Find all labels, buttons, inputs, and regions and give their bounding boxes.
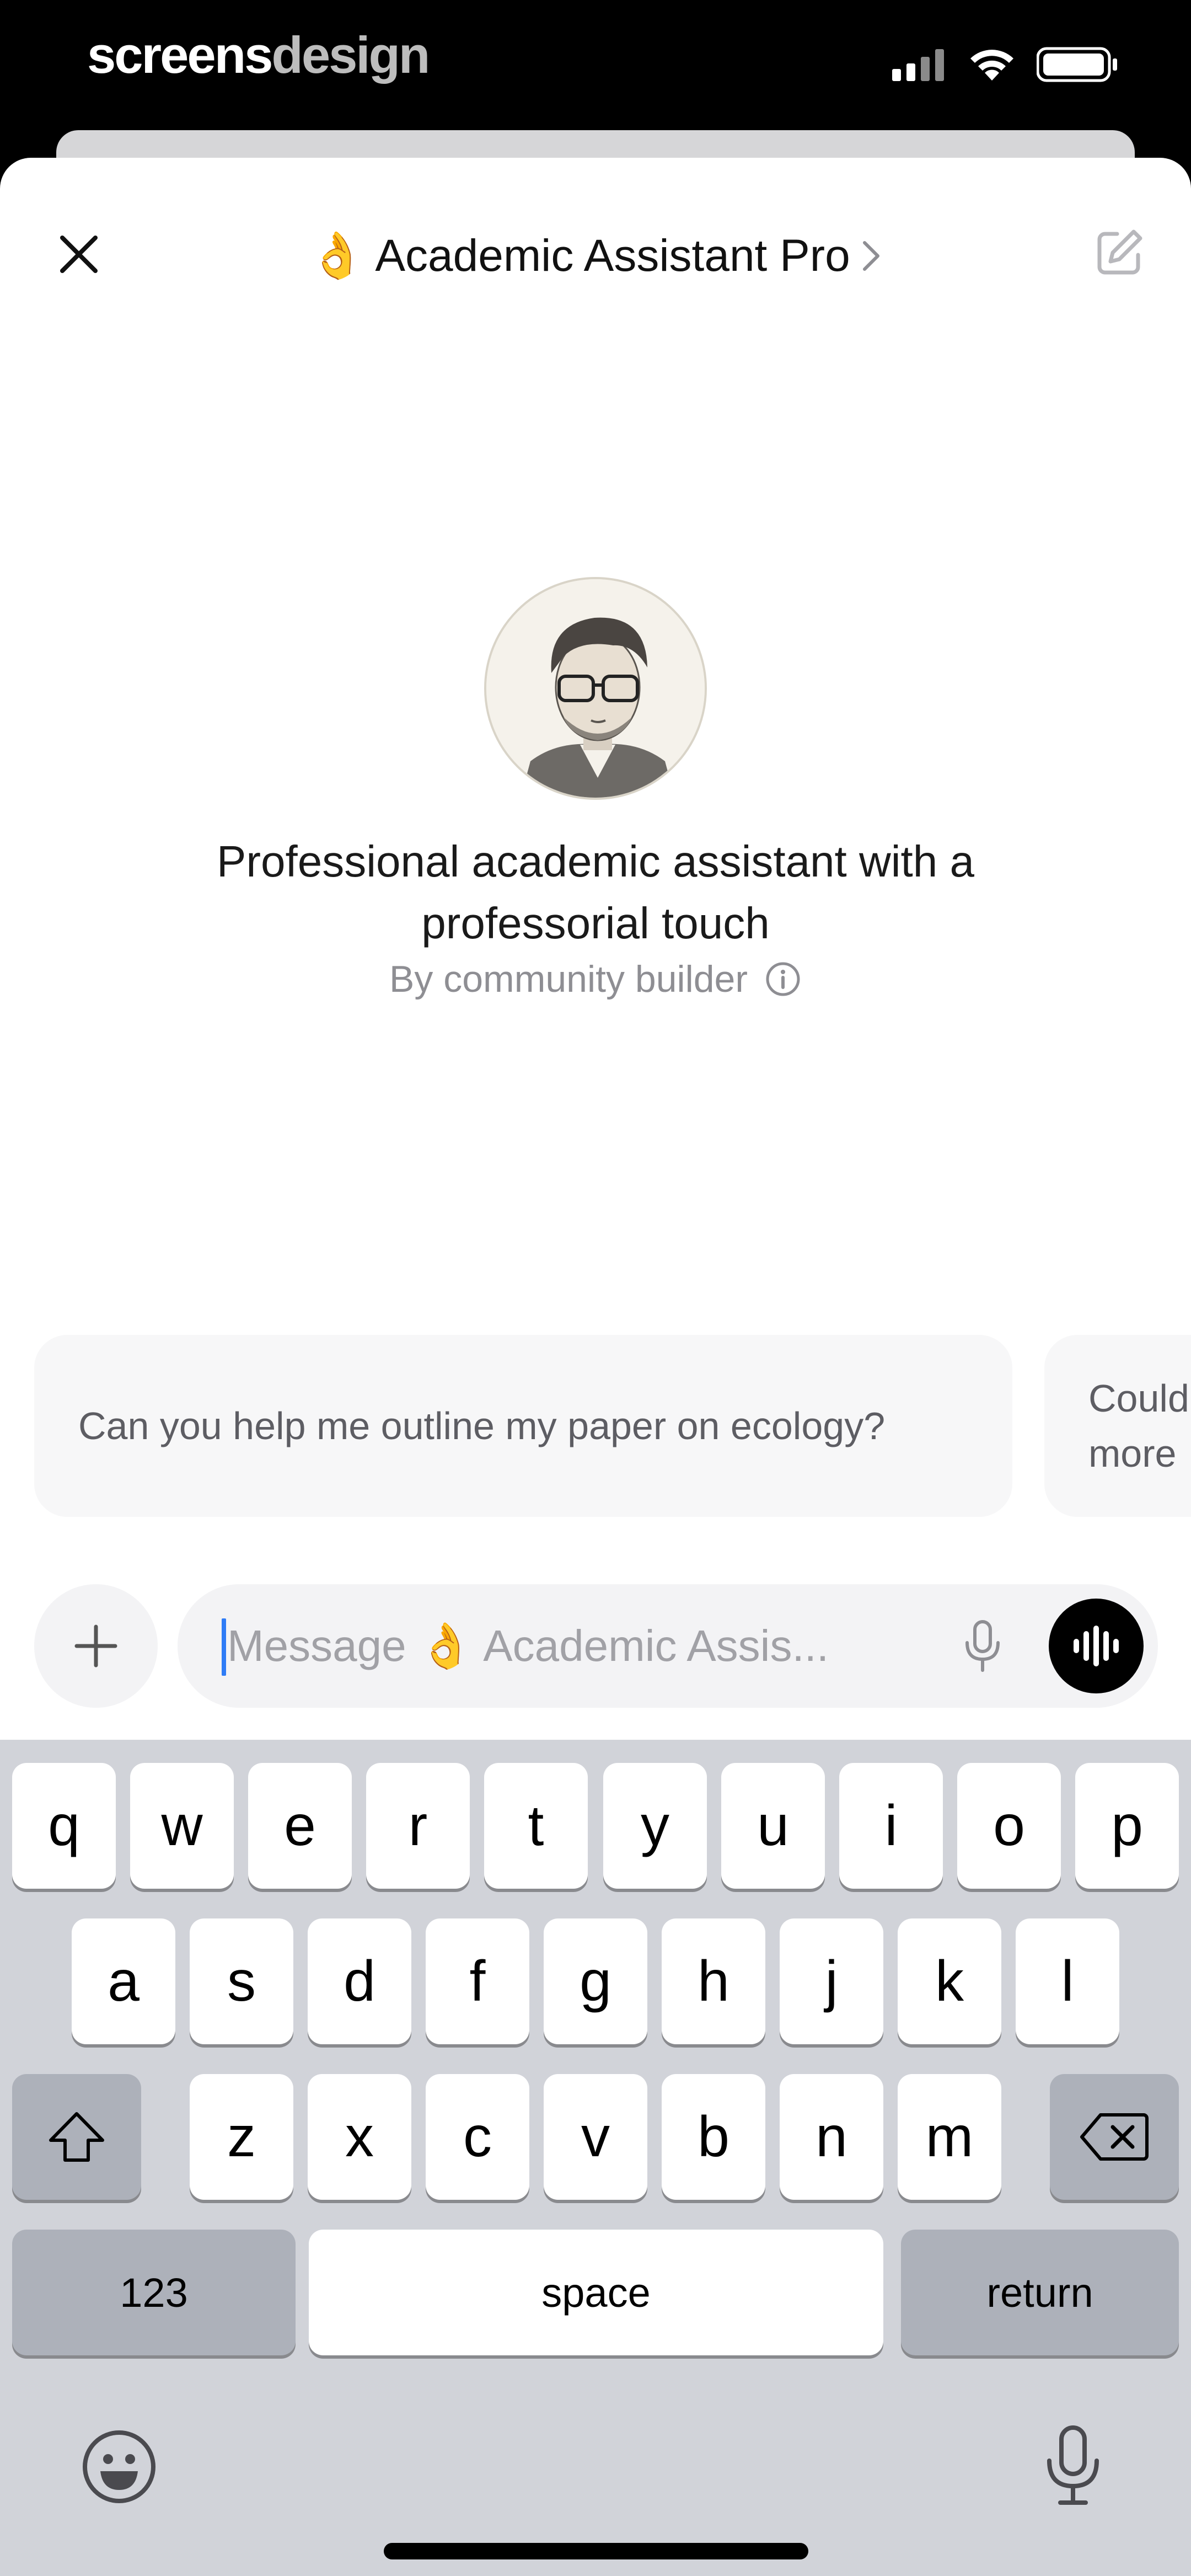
key-e[interactable]: e <box>248 1763 352 1889</box>
key-r[interactable]: r <box>366 1763 470 1889</box>
assistant-title-button[interactable]: 👌 Academic Assistant Pro <box>0 223 1191 289</box>
plus-icon <box>74 1624 117 1668</box>
voice-mode-icon <box>1074 1626 1119 1666</box>
suggestion-chip[interactable]: Could more <box>1044 1335 1191 1517</box>
attach-button[interactable] <box>34 1584 158 1708</box>
shift-key[interactable] <box>12 2074 141 2200</box>
key-p[interactable]: p <box>1075 1763 1179 1889</box>
brand-part1: screens <box>87 26 273 84</box>
keyboard-dictation-button[interactable] <box>1034 2422 1112 2510</box>
status-bar: screensdesign <box>0 0 1191 132</box>
message-input-container <box>178 1584 1158 1708</box>
key-g[interactable]: g <box>544 1918 647 2044</box>
home-indicator <box>384 2543 808 2559</box>
space-key[interactable]: space <box>309 2230 883 2355</box>
voice-mode-button[interactable] <box>1049 1599 1144 1693</box>
brand-watermark: screensdesign <box>87 22 430 88</box>
key-s[interactable]: s <box>190 1918 293 2044</box>
chevron-right-icon <box>862 241 879 271</box>
title-emoji: 👌 <box>309 231 366 281</box>
chat-sheet: 👌 Academic Assistant Pro Professional ac… <box>0 158 1191 2576</box>
key-j[interactable]: j <box>780 1918 883 2044</box>
key-f[interactable]: f <box>426 1918 529 2044</box>
dictate-button[interactable] <box>949 1613 1016 1679</box>
return-key[interactable]: return <box>901 2230 1179 2355</box>
brand-part2: design <box>271 26 430 84</box>
key-q[interactable]: q <box>12 1763 116 1889</box>
emoji-icon <box>83 2430 155 2503</box>
chat-header: 👌 Academic Assistant Pro <box>0 158 1191 351</box>
key-a[interactable]: a <box>72 1918 175 2044</box>
backspace-icon <box>1080 2113 1149 2161</box>
message-composer <box>0 1584 1191 1728</box>
new-chat-button[interactable] <box>1086 220 1152 286</box>
byline-text: By community builder <box>389 958 748 1000</box>
text-caret <box>222 1618 226 1676</box>
key-t[interactable]: t <box>484 1763 588 1889</box>
key-w[interactable]: w <box>130 1763 234 1889</box>
suggestion-chip[interactable]: Can you help me outline my paper on ecol… <box>34 1335 1012 1517</box>
assistant-avatar <box>484 577 707 800</box>
edit-icon <box>1097 229 1142 275</box>
key-h[interactable]: h <box>662 1918 765 2044</box>
keyboard: q w e r t y u i o p a s d f g h j k l z … <box>0 1740 1191 2576</box>
numbers-key[interactable]: 123 <box>12 2230 296 2355</box>
key-x[interactable]: x <box>308 2074 411 2200</box>
emoji-button[interactable] <box>78 2426 160 2508</box>
key-o[interactable]: o <box>957 1763 1061 1889</box>
page-title: Academic Assistant Pro <box>375 231 850 281</box>
key-d[interactable]: d <box>308 1918 411 2044</box>
key-v[interactable]: v <box>544 2074 647 2200</box>
key-y[interactable]: y <box>603 1763 707 1889</box>
wifi-icon <box>970 50 1013 81</box>
mic-icon <box>965 1620 1000 1672</box>
suggestion-text: Could more <box>1088 1377 1189 1475</box>
key-b[interactable]: b <box>662 2074 765 2200</box>
key-l[interactable]: l <box>1016 1918 1119 2044</box>
assistant-byline[interactable]: By community builder <box>0 958 1191 1001</box>
signal-icon <box>892 49 944 81</box>
assistant-description: Professional academic assistant with a p… <box>217 837 974 948</box>
suggestion-list: Can you help me outline my paper on ecol… <box>0 1335 1191 1522</box>
key-n[interactable]: n <box>780 2074 883 2200</box>
key-z[interactable]: z <box>190 2074 293 2200</box>
suggestion-text: Can you help me outline my paper on ecol… <box>78 1404 886 1447</box>
info-icon <box>766 962 800 996</box>
backspace-key[interactable] <box>1050 2074 1179 2200</box>
message-input[interactable] <box>227 1613 933 1679</box>
status-icons <box>892 46 1119 83</box>
key-u[interactable]: u <box>721 1763 825 1889</box>
battery-icon <box>1037 47 1117 82</box>
shift-icon <box>49 2112 104 2162</box>
keyboard-mic-icon <box>1047 2425 1099 2505</box>
key-c[interactable]: c <box>426 2074 529 2200</box>
key-m[interactable]: m <box>898 2074 1001 2200</box>
key-k[interactable]: k <box>898 1918 1001 2044</box>
key-i[interactable]: i <box>839 1763 943 1889</box>
